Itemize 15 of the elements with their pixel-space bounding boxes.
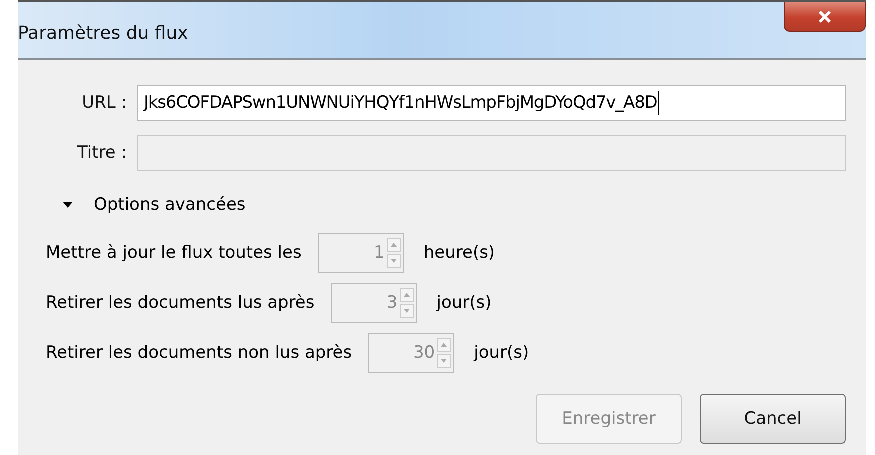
dialog-button[interactable]: Cancel (700, 394, 846, 444)
unit-label: heure(s) (424, 243, 496, 263)
option-label: Retirer les documents lus après (46, 293, 315, 313)
close-icon (817, 10, 833, 24)
window-title: Paramètres du flux (18, 23, 188, 44)
field-label: Titre : (76, 143, 127, 163)
advanced-options-toggle[interactable]: Options avancées (32, 182, 846, 228)
text-field[interactable]: Jks6COFDAPSwn1UNWNUiYHQYf1nHWsLmpFbjMgDYoQd7v_A8D (137, 85, 846, 121)
field-value: Jks6COFDAPSwn1UNWNUiYHQYf1nHWsLmpFbjMgDYoQd7v_A8D (144, 93, 658, 113)
option-label: Mettre à jour le flux toutes les (46, 243, 302, 263)
unit-label: jour(s) (474, 343, 530, 363)
option-label: Retirer les documents non lus après (46, 343, 352, 363)
unit-label: jour(s) (436, 293, 492, 313)
close-button[interactable] (784, 2, 866, 32)
field-label: URL : (81, 93, 127, 113)
